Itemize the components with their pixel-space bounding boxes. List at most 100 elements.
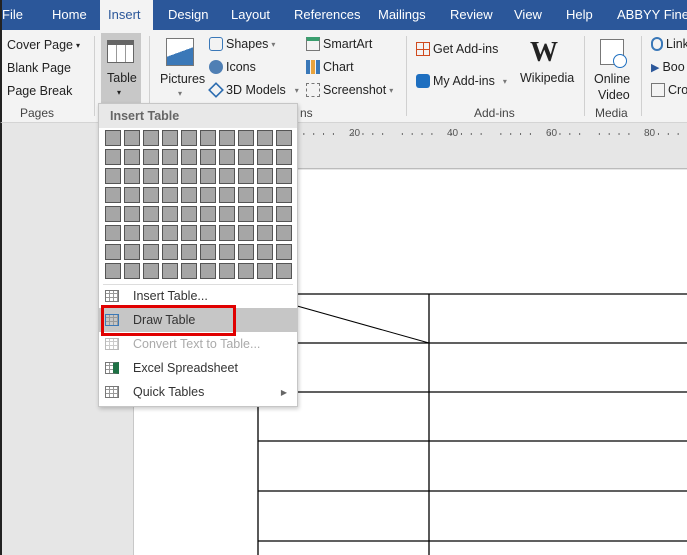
- table-button[interactable]: Table ▾: [101, 33, 141, 103]
- grid-cell[interactable]: [200, 149, 216, 165]
- tab-view[interactable]: View: [506, 0, 550, 30]
- cross-reference-button[interactable]: Cro: [651, 83, 687, 97]
- grid-cell[interactable]: [162, 263, 178, 279]
- grid-cell[interactable]: [124, 206, 140, 222]
- grid-cell[interactable]: [257, 225, 273, 241]
- grid-cell[interactable]: [162, 168, 178, 184]
- smartart-button[interactable]: SmartArt: [306, 37, 372, 51]
- grid-cell[interactable]: [124, 187, 140, 203]
- grid-cell[interactable]: [219, 244, 235, 260]
- grid-cell[interactable]: [181, 168, 197, 184]
- grid-cell[interactable]: [181, 244, 197, 260]
- grid-cell[interactable]: [219, 149, 235, 165]
- grid-cell[interactable]: [276, 187, 292, 203]
- my-addins-button[interactable]: My Add-ins ▾: [416, 74, 507, 88]
- grid-cell[interactable]: [162, 206, 178, 222]
- grid-cell[interactable]: [162, 149, 178, 165]
- grid-cell[interactable]: [143, 168, 159, 184]
- grid-cell[interactable]: [257, 263, 273, 279]
- tab-insert[interactable]: Insert: [100, 0, 153, 30]
- grid-cell[interactable]: [124, 263, 140, 279]
- grid-cell[interactable]: [143, 263, 159, 279]
- grid-cell[interactable]: [238, 149, 254, 165]
- pictures-button[interactable]: Pictures ▾: [158, 35, 205, 105]
- grid-cell[interactable]: [200, 130, 216, 146]
- grid-cell[interactable]: [257, 130, 273, 146]
- grid-cell[interactable]: [276, 168, 292, 184]
- grid-cell[interactable]: [105, 130, 121, 146]
- grid-cell[interactable]: [219, 168, 235, 184]
- tab-help[interactable]: Help: [558, 0, 601, 30]
- grid-cell[interactable]: [200, 263, 216, 279]
- tab-home[interactable]: Home: [44, 0, 95, 30]
- grid-cell[interactable]: [238, 263, 254, 279]
- grid-cell[interactable]: [162, 225, 178, 241]
- grid-cell[interactable]: [124, 244, 140, 260]
- grid-cell[interactable]: [257, 206, 273, 222]
- grid-cell[interactable]: [105, 244, 121, 260]
- wikipedia-button[interactable]: W Wikipedia: [518, 33, 574, 93]
- grid-cell[interactable]: [276, 206, 292, 222]
- grid-cell[interactable]: [200, 206, 216, 222]
- tab-design[interactable]: Design: [160, 0, 216, 30]
- horizontal-ruler[interactable]: 20 40 60 80: [290, 128, 687, 140]
- icons-button[interactable]: Icons: [209, 60, 256, 74]
- tab-references[interactable]: References: [286, 0, 368, 30]
- grid-cell[interactable]: [162, 244, 178, 260]
- grid-cell[interactable]: [181, 263, 197, 279]
- grid-cell[interactable]: [200, 168, 216, 184]
- grid-cell[interactable]: [181, 206, 197, 222]
- grid-cell[interactable]: [143, 130, 159, 146]
- tab-file[interactable]: File: [0, 0, 31, 30]
- grid-cell[interactable]: [276, 225, 292, 241]
- grid-cell[interactable]: [238, 206, 254, 222]
- grid-cell[interactable]: [105, 149, 121, 165]
- grid-cell[interactable]: [181, 130, 197, 146]
- screenshot-button[interactable]: Screenshot ▾: [306, 83, 393, 97]
- grid-cell[interactable]: [219, 263, 235, 279]
- grid-cell[interactable]: [238, 244, 254, 260]
- grid-cell[interactable]: [257, 244, 273, 260]
- bookmark-button[interactable]: ▶ Boo: [651, 60, 685, 74]
- grid-cell[interactable]: [143, 206, 159, 222]
- grid-cell[interactable]: [124, 168, 140, 184]
- grid-cell[interactable]: [200, 187, 216, 203]
- grid-cell[interactable]: [105, 263, 121, 279]
- grid-cell[interactable]: [181, 149, 197, 165]
- grid-cell[interactable]: [105, 206, 121, 222]
- grid-cell[interactable]: [143, 187, 159, 203]
- grid-cell[interactable]: [257, 187, 273, 203]
- link-button[interactable]: Link: [651, 37, 687, 51]
- grid-cell[interactable]: [276, 130, 292, 146]
- menu-item-excel-spreadsheet[interactable]: Excel Spreadsheet: [99, 356, 297, 380]
- grid-cell[interactable]: [257, 168, 273, 184]
- grid-cell[interactable]: [143, 225, 159, 241]
- menu-item-quick-tables[interactable]: Quick Tables ▶: [99, 380, 297, 404]
- grid-cell[interactable]: [200, 244, 216, 260]
- 3d-models-button[interactable]: 3D Models ▾: [208, 82, 299, 98]
- tab-layout[interactable]: Layout: [223, 0, 278, 30]
- grid-cell[interactable]: [219, 187, 235, 203]
- grid-cell[interactable]: [162, 130, 178, 146]
- page-break-button[interactable]: Page Break: [7, 84, 72, 98]
- tab-mailings[interactable]: Mailings: [370, 0, 434, 30]
- grid-cell[interactable]: [143, 244, 159, 260]
- grid-cell[interactable]: [124, 225, 140, 241]
- get-addins-button[interactable]: Get Add-ins: [416, 42, 498, 56]
- cover-page-button[interactable]: Cover Page ▾: [7, 38, 80, 52]
- grid-cell[interactable]: [143, 149, 159, 165]
- tab-review[interactable]: Review: [442, 0, 501, 30]
- grid-cell[interactable]: [124, 149, 140, 165]
- shapes-button[interactable]: Shapes ▾: [209, 37, 275, 51]
- grid-cell[interactable]: [162, 187, 178, 203]
- chart-button[interactable]: Chart: [306, 60, 354, 74]
- grid-cell[interactable]: [200, 225, 216, 241]
- grid-cell[interactable]: [124, 130, 140, 146]
- grid-cell[interactable]: [105, 225, 121, 241]
- table-size-grid[interactable]: [105, 130, 292, 279]
- grid-cell[interactable]: [238, 187, 254, 203]
- online-video-button[interactable]: Online Video: [590, 35, 634, 103]
- tab-abbyy[interactable]: ABBYY FineRe: [609, 0, 687, 30]
- grid-cell[interactable]: [238, 130, 254, 146]
- grid-cell[interactable]: [181, 187, 197, 203]
